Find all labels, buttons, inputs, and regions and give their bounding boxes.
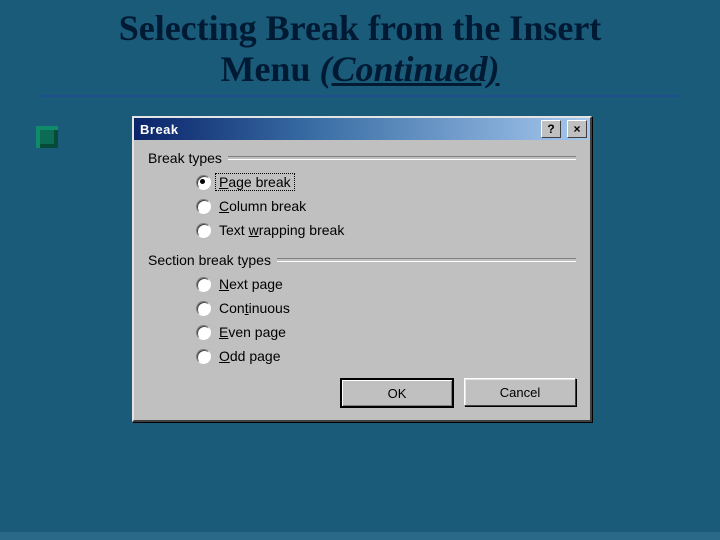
radio-label: Odd page — [219, 348, 281, 364]
section-break-radios: Next page Continuous Even page Odd page — [196, 272, 576, 368]
radio-icon — [196, 301, 211, 316]
radio-text-wrapping-break[interactable]: Text wrapping break — [196, 218, 576, 242]
radio-icon — [196, 223, 211, 238]
radio-label: Continuous — [219, 300, 290, 316]
title-line-2a: Menu — [220, 49, 319, 89]
group-break-types: Break types — [148, 150, 576, 166]
help-button[interactable]: ? — [541, 120, 561, 138]
radio-continuous[interactable]: Continuous — [196, 296, 576, 320]
dialog-titlebar[interactable]: Break ? × — [134, 118, 590, 140]
dialog-title-text: Break — [140, 122, 535, 137]
radio-icon — [196, 175, 211, 190]
slide-title: Selecting Break from the Insert Menu (Co… — [40, 8, 680, 91]
group-break-types-label: Break types — [148, 150, 222, 166]
radio-column-break[interactable]: Column break — [196, 194, 576, 218]
ok-button-label: OK — [388, 386, 407, 401]
radio-label: Next page — [219, 276, 283, 292]
title-line-2b: (Continued) — [319, 49, 499, 89]
help-icon: ? — [547, 123, 554, 135]
bottom-bar — [0, 532, 720, 540]
radio-icon — [196, 199, 211, 214]
bullet-square-icon — [36, 126, 58, 148]
radio-icon — [196, 349, 211, 364]
radio-label: Page break — [215, 173, 295, 191]
title-divider — [40, 95, 680, 97]
radio-next-page[interactable]: Next page — [196, 272, 576, 296]
radio-icon — [196, 277, 211, 292]
dialog-button-row: OK Cancel — [148, 378, 576, 408]
radio-label: Column break — [219, 198, 306, 214]
radio-even-page[interactable]: Even page — [196, 320, 576, 344]
group-section-types-label: Section break types — [148, 252, 271, 268]
radio-label: Even page — [219, 324, 286, 340]
radio-page-break[interactable]: Page break — [196, 170, 576, 194]
dialog-body: Break types Page break Column break Text… — [134, 140, 590, 420]
break-type-radios: Page break Column break Text wrapping br… — [196, 170, 576, 242]
close-button[interactable]: × — [567, 120, 587, 138]
group-divider — [228, 156, 576, 160]
cancel-button[interactable]: Cancel — [464, 378, 576, 406]
break-dialog: Break ? × Break types Page break Colu — [132, 116, 592, 422]
cancel-button-label: Cancel — [500, 385, 540, 400]
radio-odd-page[interactable]: Odd page — [196, 344, 576, 368]
ok-button[interactable]: OK — [340, 378, 454, 408]
radio-icon — [196, 325, 211, 340]
close-icon: × — [573, 123, 580, 135]
group-divider — [277, 258, 576, 262]
radio-label: Text wrapping break — [219, 222, 344, 238]
title-line-1: Selecting Break from the Insert — [119, 8, 602, 48]
slide: Selecting Break from the Insert Menu (Co… — [0, 8, 720, 540]
group-section-break-types: Section break types — [148, 252, 576, 268]
